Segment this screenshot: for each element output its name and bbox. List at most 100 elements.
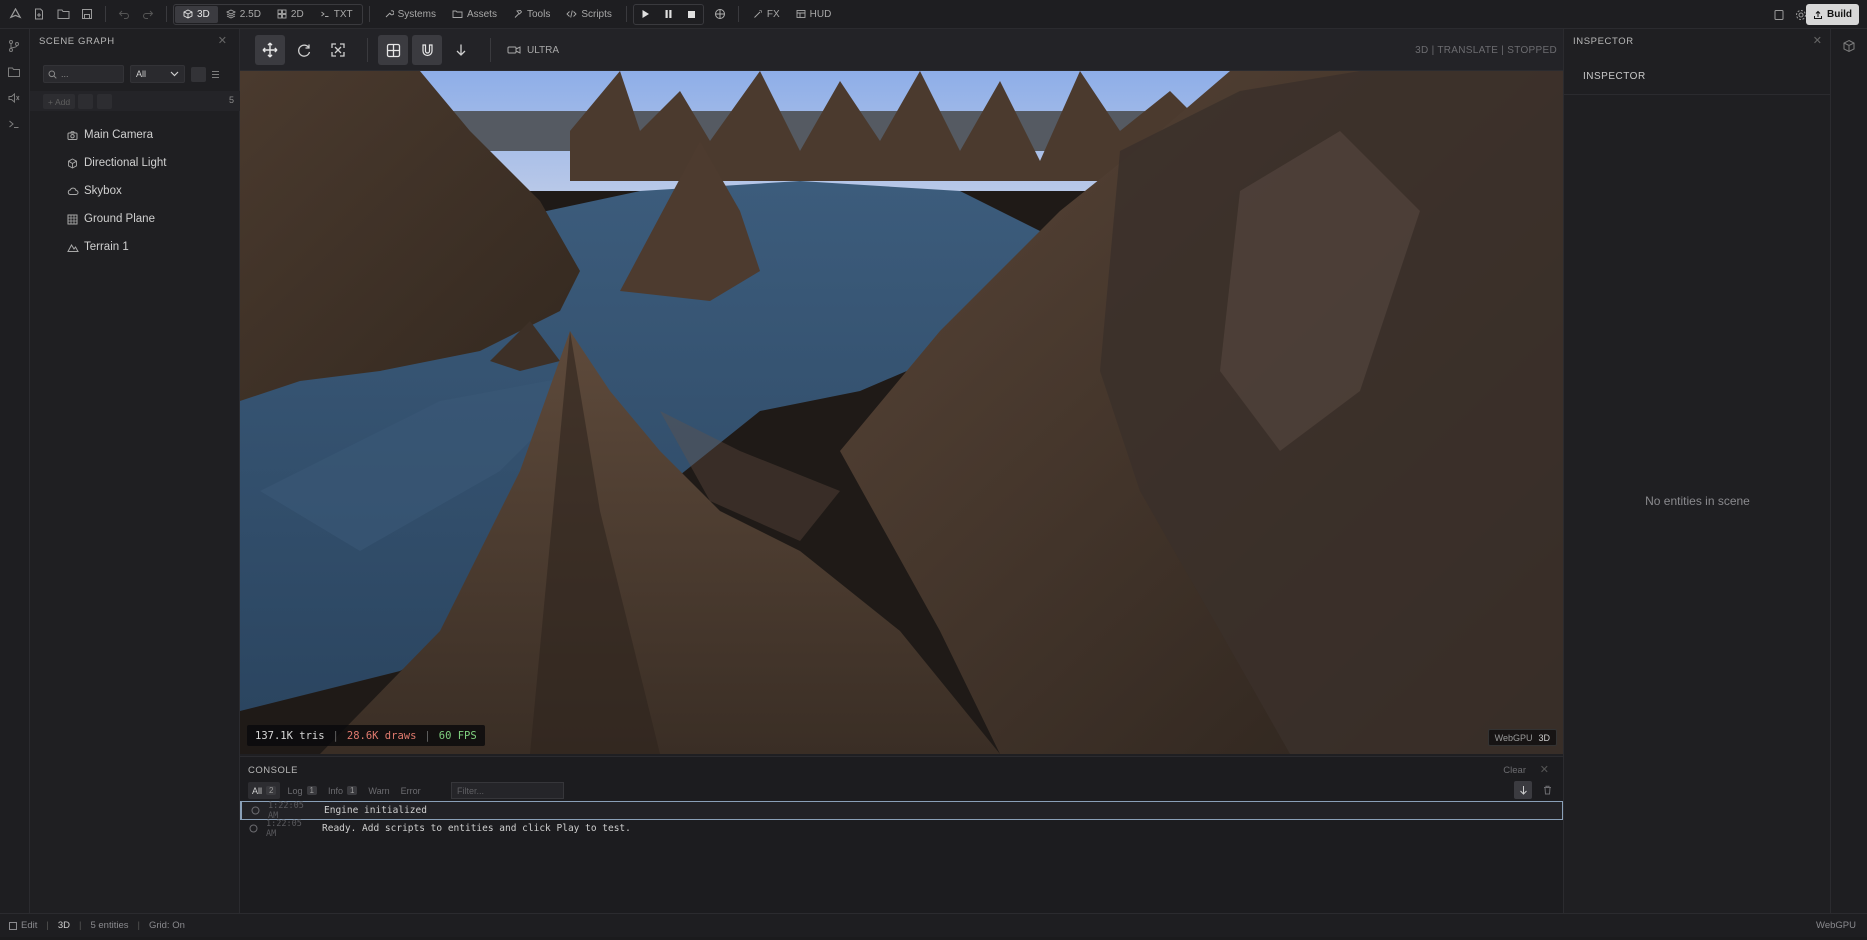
terrain-render-image (240, 71, 1563, 754)
add-entity-button[interactable]: + Add (43, 94, 76, 109)
console-tab-log[interactable]: Log 1 (283, 782, 320, 799)
code-icon (566, 9, 577, 19)
console-message: Ready. Add scripts to entities and click… (322, 823, 631, 834)
auto-scroll-button[interactable] (1514, 781, 1532, 799)
play-icon (641, 9, 650, 19)
entity-count: 5 (228, 95, 234, 105)
layout-icon[interactable] (1767, 3, 1791, 27)
terminal-icon[interactable] (7, 117, 23, 133)
stat-divider: | (332, 729, 339, 742)
app-logo-icon[interactable] (3, 2, 27, 26)
scene-graph-panel: SCENE GRAPH ✕ ... All + Add 5 Main Camer… (30, 29, 240, 913)
mode-3d-button[interactable]: 3D (175, 5, 218, 23)
entity-item-main-camera[interactable]: Main Camera (67, 124, 153, 146)
renderer-mode: 3D (1538, 732, 1550, 743)
save-icon[interactable] (75, 2, 99, 26)
terminal-icon (320, 9, 330, 19)
rotate-tool-button[interactable] (289, 35, 319, 65)
wrench-icon (384, 9, 394, 19)
entity-item-skybox[interactable]: Skybox (67, 180, 122, 202)
translate-tool-button[interactable] (255, 35, 285, 65)
info-icon (251, 806, 260, 815)
entity-item-directional-light[interactable]: Directional Light (67, 152, 166, 174)
console-filter-input[interactable]: Filter... (451, 782, 564, 799)
redo-icon[interactable] (136, 2, 160, 26)
toolbar-divider (166, 6, 167, 22)
tris-stat: 137.1K tris (255, 729, 325, 742)
search-icon (48, 70, 57, 79)
cube-icon[interactable] (1842, 39, 1856, 53)
mode-2d-button[interactable]: 2D (269, 6, 312, 23)
toolbar-divider (737, 6, 739, 22)
assets-menu-button[interactable]: Assets (444, 4, 505, 25)
close-icon[interactable]: ✕ (1813, 34, 1822, 47)
scale-tool-button[interactable] (323, 35, 353, 65)
filter-value: All (136, 69, 147, 79)
grid-icon (277, 9, 287, 19)
menu-label: Tools (526, 8, 551, 20)
light-icon (67, 157, 78, 169)
close-icon[interactable]: ✕ (218, 34, 227, 47)
magnet-icon (420, 43, 435, 58)
scene-viewport: ULTRA 3D | TRANSLATE | STOPPED 137.1K tr… (240, 29, 1563, 756)
duplicate-button[interactable] (78, 94, 93, 109)
arrow-down-icon (1519, 785, 1528, 795)
git-branch-icon[interactable] (7, 39, 23, 55)
console-row[interactable]: 1:22:05 AM Ready. Add scripts to entitie… (240, 819, 1563, 839)
debug-icon[interactable] (708, 2, 732, 26)
entity-label: Terrain 1 (84, 241, 129, 253)
grid-toggle-button[interactable] (378, 35, 408, 65)
tab-count: 2 (266, 786, 277, 795)
undo-icon[interactable] (112, 2, 136, 26)
close-icon[interactable]: ✕ (1540, 763, 1549, 776)
entity-search-input[interactable]: ... (43, 65, 124, 83)
move-icon (262, 42, 278, 58)
console-tab-all[interactable]: All 2 (248, 782, 281, 799)
open-folder-icon[interactable] (51, 2, 75, 26)
delete-button[interactable] (97, 94, 112, 109)
camera-icon (67, 130, 78, 141)
snap-toggle-button[interactable] (412, 35, 442, 65)
drop-to-ground-button[interactable] (446, 35, 476, 65)
console-row[interactable]: 1:22:05 AM Engine initialized (240, 801, 1563, 821)
mode-txt-button[interactable]: TXT (312, 6, 361, 23)
status-entities: 5 entities (90, 920, 129, 931)
quality-preset-button[interactable]: ULTRA (507, 44, 559, 56)
audio-icon[interactable] (7, 91, 23, 107)
arrow-down-icon (454, 43, 468, 57)
console-title: CONSOLE (248, 765, 298, 776)
console-tab-error[interactable]: Error (397, 782, 425, 799)
scene-render[interactable]: 137.1K tris | 28.6K draws | 60 FPS WebGP… (240, 71, 1563, 754)
entity-item-ground-plane[interactable]: Ground Plane (67, 208, 155, 230)
stop-button[interactable] (680, 5, 703, 24)
mode-2-5d-button[interactable]: 2.5D (218, 6, 269, 23)
new-file-icon[interactable] (27, 2, 51, 26)
entity-label: Main Camera (84, 129, 154, 141)
list-view-icon[interactable] (208, 67, 223, 82)
console-tab-info[interactable]: Info 1 (324, 782, 361, 799)
viewport-status: 3D | TRANSLATE | STOPPED (1415, 45, 1557, 56)
toolbar-divider (490, 38, 491, 62)
systems-menu-button[interactable]: Systems (376, 4, 444, 25)
status-bar: Edit | 3D | 5 entities | Grid: On WebGPU (0, 913, 1867, 937)
renderer-label: WebGPU (1494, 732, 1533, 743)
build-button[interactable]: Build (1806, 4, 1859, 25)
play-button[interactable] (634, 5, 657, 24)
view-mode-switcher: 3D 2.5D 2D TXT (173, 3, 363, 25)
fx-button[interactable]: FX (745, 4, 788, 25)
trash-icon[interactable] (1538, 781, 1556, 799)
clear-console-button[interactable]: Clear (1503, 765, 1526, 776)
folder-icon[interactable] (7, 65, 23, 81)
rotate-icon (296, 42, 312, 58)
hud-button[interactable]: HUD (788, 4, 840, 25)
scripts-menu-button[interactable]: Scripts (558, 4, 620, 25)
projector-icon (507, 44, 521, 56)
console-tab-warn[interactable]: Warn (364, 782, 393, 799)
pause-button[interactable] (657, 5, 680, 24)
mode-label: 2.5D (239, 8, 261, 20)
entity-filter-select[interactable]: All (130, 65, 185, 83)
tools-menu-button[interactable]: Tools (505, 4, 558, 25)
tab-label: Warn (368, 785, 390, 796)
entity-item-terrain-1[interactable]: Terrain 1 (67, 236, 129, 258)
tree-view-button[interactable] (191, 67, 206, 82)
